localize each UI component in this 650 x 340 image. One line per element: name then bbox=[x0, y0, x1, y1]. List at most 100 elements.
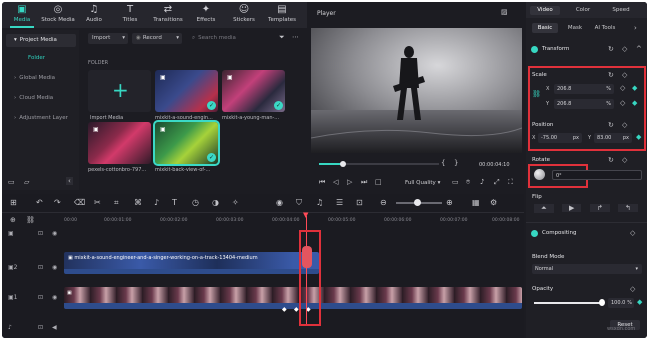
quality-dropdown[interactable]: Full Quality ▾ bbox=[405, 180, 440, 186]
lock-icon[interactable]: ⊡ bbox=[38, 230, 43, 237]
speed-icon[interactable]: ◷ bbox=[192, 198, 199, 207]
add-track-icon[interactable]: ⊕ bbox=[10, 216, 16, 224]
subtab-ai-tools[interactable]: AI Tools bbox=[590, 23, 620, 33]
chevron-right-icon[interactable]: › bbox=[634, 24, 637, 32]
playhead-handle-icon[interactable]: ▼ bbox=[303, 211, 308, 219]
snapshot-icon[interactable]: ▨ bbox=[501, 8, 508, 16]
subtab-basic[interactable]: Basic bbox=[532, 23, 558, 33]
keyframe-add-icon[interactable]: ◆ bbox=[632, 84, 637, 92]
media-thumbnail[interactable]: ▣ ✓ bbox=[155, 70, 218, 112]
keyframe-marker[interactable]: ◆ bbox=[282, 306, 287, 313]
grid-icon[interactable]: ⊞ bbox=[10, 198, 17, 207]
crop-icon[interactable]: ⌗ bbox=[114, 198, 119, 208]
zoom-out-icon[interactable]: ⊖ bbox=[380, 198, 387, 207]
list-icon[interactable]: ☰ bbox=[336, 198, 343, 207]
progress-track[interactable] bbox=[319, 161, 439, 167]
redo-icon[interactable]: ↷ bbox=[54, 198, 61, 207]
tab-titles[interactable]: T Titles bbox=[112, 4, 148, 27]
shield-icon[interactable]: ⛉ bbox=[296, 198, 302, 208]
rotate-left-icon[interactable]: ↰ bbox=[618, 204, 638, 212]
layout-icon[interactable]: ▦ bbox=[472, 198, 480, 207]
tab-media[interactable]: ▣ Media bbox=[4, 4, 40, 28]
record-icon[interactable]: ◉ bbox=[276, 198, 283, 207]
search-input[interactable]: ⌕ Search media bbox=[192, 33, 302, 44]
undo-icon[interactable]: ↶ bbox=[36, 198, 43, 207]
reset-icon[interactable]: ↻ bbox=[608, 121, 614, 129]
keyframe-icon[interactable]: ◇ bbox=[622, 71, 627, 79]
track-2-icon[interactable]: ▣ 2 bbox=[8, 264, 18, 271]
display-icon[interactable]: ▭ bbox=[452, 178, 459, 186]
camera-icon[interactable]: ⌾ bbox=[466, 178, 470, 187]
tab-audio[interactable]: ♫ Audio bbox=[76, 4, 112, 27]
previous-frame-icon[interactable]: ⏮ bbox=[319, 178, 325, 187]
play-icon[interactable]: ▷ bbox=[347, 178, 352, 186]
zoom-in-icon[interactable]: ⊕ bbox=[446, 198, 453, 207]
tab-transitions[interactable]: ⇄ Transitions bbox=[150, 4, 186, 27]
subtab-mask[interactable]: Mask bbox=[564, 23, 586, 33]
audio-track-icon[interactable]: ♪ bbox=[8, 324, 12, 331]
sidebar-item-project-media[interactable]: ▾ Project Media bbox=[6, 34, 76, 47]
color-icon[interactable]: ◑ bbox=[212, 198, 219, 207]
voice-icon[interactable]: ⊡ bbox=[356, 198, 363, 207]
keyframe-add-icon[interactable]: ◆ bbox=[636, 133, 641, 141]
filter-icon[interactable]: ⏷ bbox=[279, 33, 285, 42]
mark-in-icon[interactable]: { bbox=[441, 159, 445, 167]
position-x-field[interactable]: -75.00 px bbox=[538, 133, 582, 143]
delete-icon[interactable]: ⌫ bbox=[74, 198, 85, 207]
eye-icon[interactable]: ◉ bbox=[52, 264, 57, 271]
sidebar-item-cloud-media[interactable]: › Cloud Media bbox=[6, 92, 76, 105]
music-icon[interactable]: ♪ bbox=[154, 198, 159, 207]
media-thumbnail[interactable]: ▣ bbox=[88, 122, 151, 164]
reset-icon[interactable]: ↻ bbox=[608, 156, 614, 164]
text-icon[interactable]: T bbox=[172, 198, 177, 207]
mark-out-icon[interactable]: } bbox=[454, 159, 458, 167]
keyframe-icon[interactable]: ◇ bbox=[620, 99, 625, 107]
eye-icon[interactable]: ◉ bbox=[52, 294, 57, 301]
lock-icon[interactable]: ⊡ bbox=[38, 324, 43, 331]
opacity-slider-handle[interactable] bbox=[599, 299, 605, 306]
scale-y-field[interactable]: 206.8% bbox=[554, 99, 614, 109]
more-icon[interactable]: ⋯ bbox=[292, 33, 299, 41]
keyframe-icon[interactable]: ◇ bbox=[622, 156, 627, 164]
media-thumbnail-selected[interactable]: ▣ ✓ bbox=[153, 120, 220, 166]
mic-icon[interactable]: ♫ bbox=[316, 198, 323, 207]
video-clip-track-2[interactable]: ▣ mixkit-a-sound-engineer-and-a-singer-w… bbox=[64, 252, 319, 274]
tag-icon[interactable]: ⌘ bbox=[134, 198, 142, 207]
rotate-right-icon[interactable]: ↱ bbox=[590, 204, 610, 212]
keyframe-icon[interactable]: ◇ bbox=[622, 121, 627, 129]
link-icon[interactable]: ⛓ bbox=[26, 216, 35, 224]
audio-volume-icon[interactable]: ♪ bbox=[480, 178, 484, 186]
tab-speed[interactable]: Speed bbox=[606, 6, 636, 15]
track-1-icon[interactable]: ▣ 1 bbox=[8, 294, 18, 301]
tab-stock-media[interactable]: ◎ Stock Media bbox=[40, 4, 76, 27]
reset-icon[interactable]: ↻ bbox=[608, 71, 614, 79]
sidebar-item-global-media[interactable]: › Global Media bbox=[6, 72, 76, 85]
progress-handle[interactable] bbox=[340, 161, 346, 167]
collapse-icon[interactable]: ‹ bbox=[66, 177, 73, 185]
opacity-field[interactable]: 100.0% bbox=[608, 298, 634, 308]
import-dropdown[interactable]: Import ▾ bbox=[88, 33, 128, 44]
sidebar-item-adjustment-layer[interactable]: › Adjustment Layer bbox=[6, 112, 76, 125]
media-thumbnail[interactable]: ▣ ✓ bbox=[222, 70, 285, 112]
fullscreen-icon[interactable]: ⤢ bbox=[494, 178, 500, 187]
cut-icon[interactable]: ✂ bbox=[94, 198, 101, 207]
keyframe-icon[interactable]: ◇ bbox=[620, 84, 625, 92]
position-y-field[interactable]: 83.00 px bbox=[594, 133, 632, 143]
new-folder-icon[interactable]: ▭ bbox=[8, 178, 15, 186]
track-3-lock-icon[interactable]: ▣ bbox=[8, 230, 14, 237]
blend-mode-select[interactable]: Normal ▾ bbox=[532, 264, 642, 274]
toggle-transform[interactable] bbox=[531, 46, 538, 53]
lock-icon[interactable]: ⊡ bbox=[38, 264, 43, 271]
keyframe-icon[interactable]: ◇ bbox=[630, 229, 635, 237]
sidebar-item-folder[interactable]: Folder bbox=[6, 52, 76, 65]
eye-icon[interactable]: ◉ bbox=[52, 230, 57, 237]
tab-video[interactable]: Video bbox=[530, 6, 560, 15]
flip-horizontal-icon[interactable]: ▶ bbox=[562, 204, 582, 212]
import-media-tile[interactable]: + bbox=[88, 70, 151, 112]
link-icon[interactable]: ⛓ bbox=[532, 90, 541, 98]
reset-icon[interactable]: ↻ bbox=[608, 45, 614, 53]
keyframe-marker[interactable]: ◆ bbox=[294, 306, 299, 313]
chevron-up-icon[interactable]: ^ bbox=[636, 45, 642, 53]
play-backward-icon[interactable]: ◁ bbox=[333, 178, 338, 186]
magic-icon[interactable]: ✧ bbox=[232, 198, 239, 207]
